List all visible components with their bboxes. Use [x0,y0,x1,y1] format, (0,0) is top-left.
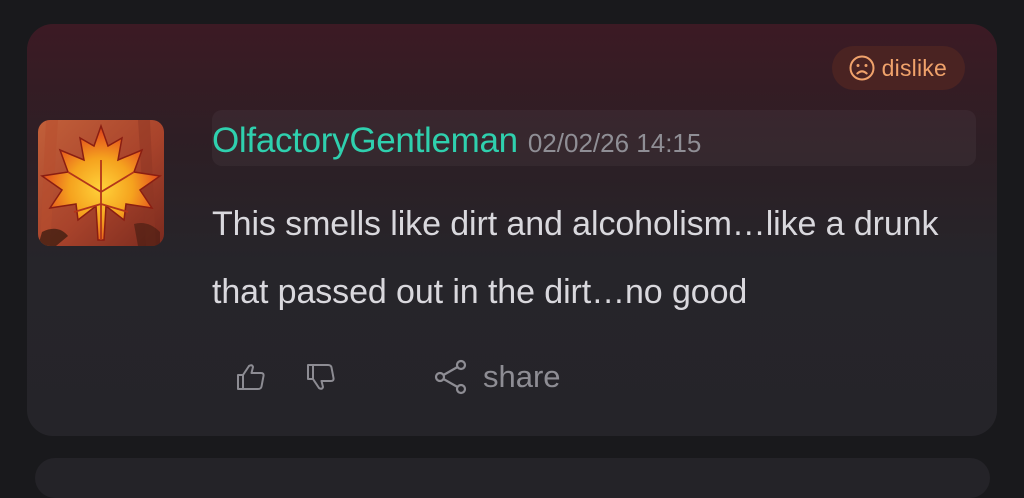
like-button[interactable] [231,362,271,392]
next-comment-card [35,458,990,498]
share-button[interactable]: share [433,359,561,395]
dislike-badge[interactable]: dislike [831,46,965,90]
dislike-badge-label: dislike [881,54,947,81]
share-label: share [483,359,561,394]
frown-face-icon [849,55,875,81]
comment-actions: share [231,354,561,400]
comment-timestamp: 02/02/26 14:15 [527,128,702,158]
dislike-button[interactable] [301,362,341,392]
username-link[interactable]: OlfactoryGentleman [212,121,518,161]
thumbs-up-icon [237,364,265,390]
share-icon [434,359,467,395]
avatar[interactable] [38,120,164,246]
maple-leaf-avatar-icon [38,120,164,246]
comment-card: dislike OlfactoryGentleman 02/02/26 14:1… [27,24,997,436]
comment-header: OlfactoryGentleman 02/02/26 14:15 [212,110,976,166]
comment-text: This smells like dirt and alcoholism…lik… [212,205,939,311]
thumbs-down-icon [307,364,335,390]
